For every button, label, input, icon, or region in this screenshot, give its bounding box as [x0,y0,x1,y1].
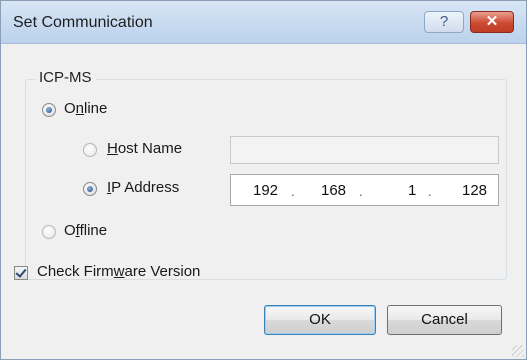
host-name-radio[interactable] [83,143,97,157]
ip-address-input[interactable]: 192 . 168 . 1 . 128 [230,174,499,206]
close-button[interactable]: ✕ [470,11,514,33]
check-firmware-checkbox[interactable] [14,266,28,280]
help-icon: ? [439,13,449,30]
cancel-button[interactable]: Cancel [387,305,502,335]
close-icon: ✕ [485,13,499,30]
host-name-input[interactable] [230,136,499,164]
ok-button[interactable]: OK [264,305,376,335]
online-radio[interactable] [42,103,56,117]
check-firmware-label[interactable]: Check Firmware Version [37,263,200,280]
offline-radio[interactable] [42,225,56,239]
ip-separator: . [291,184,295,199]
online-label[interactable]: Online [64,100,107,117]
ip-octet-2[interactable]: 168 [321,182,346,199]
host-name-label[interactable]: Host Name [107,140,182,157]
dialog-body: ICP-MS Online Host Name IP Address 192 .… [1,44,526,359]
help-button[interactable]: ? [424,11,464,33]
ip-octet-4[interactable]: 128 [462,182,487,199]
offline-label[interactable]: Offline [64,222,107,239]
icp-ms-group-title: ICP-MS [35,69,96,86]
resize-grip-icon[interactable] [512,345,524,357]
ip-separator: . [359,184,363,199]
dialog-title: Set Communication [13,14,153,31]
ip-separator: . [428,184,432,199]
ip-address-label[interactable]: IP Address [107,179,179,196]
set-communication-dialog: Set Communication ? ✕ ICP-MS Online Host… [0,0,527,360]
title-bar[interactable]: Set Communication ? ✕ [1,1,526,44]
ip-octet-1[interactable]: 192 [253,182,278,199]
ip-address-radio[interactable] [83,182,97,196]
ip-octet-3[interactable]: 1 [408,182,416,199]
